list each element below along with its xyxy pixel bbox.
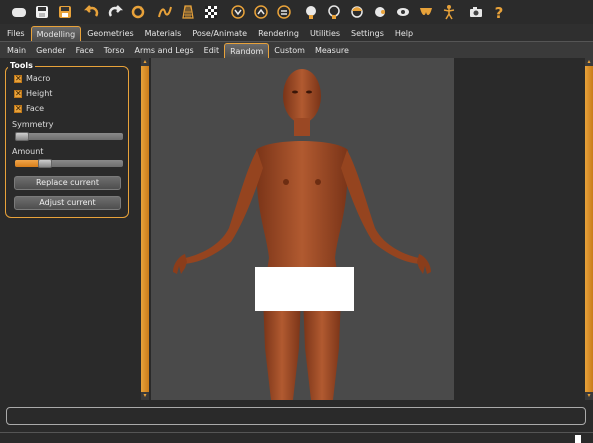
export-icon[interactable] bbox=[54, 2, 76, 22]
adjust-current-button[interactable]: Adjust current bbox=[14, 196, 121, 210]
tab-files[interactable]: Files bbox=[2, 26, 30, 41]
main-toolbar: ? bbox=[0, 0, 593, 24]
window-icon[interactable] bbox=[8, 2, 30, 22]
left-panel: Tools Macro Height Face Symmetry Amount … bbox=[0, 58, 140, 400]
checkbox-checked-icon bbox=[14, 74, 22, 84]
ear-icon[interactable] bbox=[369, 2, 391, 22]
checkbox-checked-icon bbox=[14, 104, 22, 114]
front-view-icon[interactable] bbox=[227, 2, 249, 22]
scroll-up-arrow-icon[interactable]: ▴ bbox=[585, 58, 593, 66]
tools-group: Tools Macro Height Face Symmetry Amount … bbox=[5, 61, 129, 218]
macro-label: Macro bbox=[26, 74, 51, 83]
status-bar bbox=[6, 407, 586, 425]
camera-icon[interactable] bbox=[465, 2, 487, 22]
tab-geometries[interactable]: Geometries bbox=[82, 26, 138, 41]
macro-checkbox[interactable]: Macro bbox=[14, 74, 51, 84]
human-model bbox=[173, 69, 431, 400]
subtab-torso[interactable]: Torso bbox=[99, 43, 130, 58]
checkbox-checked-icon bbox=[14, 89, 22, 99]
scroll-up-arrow-icon[interactable]: ▴ bbox=[141, 58, 149, 66]
skin-head-icon[interactable] bbox=[300, 2, 322, 22]
subtab-edit[interactable]: Edit bbox=[199, 43, 225, 58]
tab-help[interactable]: Help bbox=[390, 26, 418, 41]
tab-materials[interactable]: Materials bbox=[140, 26, 187, 41]
replace-current-button[interactable]: Replace current bbox=[14, 176, 121, 190]
face-label: Face bbox=[26, 104, 45, 113]
height-label: Height bbox=[26, 89, 53, 98]
reset-icon[interactable] bbox=[127, 2, 149, 22]
scroll-down-arrow-icon[interactable]: ▾ bbox=[585, 392, 593, 400]
scroll-down-arrow-icon[interactable]: ▾ bbox=[141, 392, 149, 400]
3d-viewport[interactable] bbox=[151, 58, 454, 400]
side-view-icon[interactable] bbox=[273, 2, 295, 22]
tab-pose-animate[interactable]: Pose/Animate bbox=[187, 26, 252, 41]
resize-grip-icon[interactable] bbox=[575, 435, 581, 443]
right-vertical-scrollbar[interactable]: ▴ ▾ bbox=[585, 58, 593, 400]
eye-icon[interactable] bbox=[392, 2, 414, 22]
checkerboard-icon[interactable] bbox=[200, 2, 222, 22]
tab-settings[interactable]: Settings bbox=[346, 26, 389, 41]
amount-slider-handle[interactable] bbox=[38, 159, 52, 168]
height-checkbox[interactable]: Height bbox=[14, 89, 53, 99]
subtab-gender[interactable]: Gender bbox=[31, 43, 70, 58]
redo-icon[interactable] bbox=[104, 2, 126, 22]
censor-block bbox=[255, 267, 354, 311]
subtab-face[interactable]: Face bbox=[71, 43, 99, 58]
tab-modelling[interactable]: Modelling bbox=[30, 26, 82, 41]
left-vertical-scrollbar[interactable]: ▴ ▾ bbox=[141, 58, 149, 400]
tab-utilities[interactable]: Utilities bbox=[305, 26, 345, 41]
tab-rendering[interactable]: Rendering bbox=[253, 26, 304, 41]
back-view-icon[interactable] bbox=[250, 2, 272, 22]
body-pose-icon[interactable] bbox=[415, 2, 437, 22]
face-checkbox[interactable]: Face bbox=[14, 104, 45, 114]
subtab-arms-and-legs[interactable]: Arms and Legs bbox=[129, 43, 198, 58]
amount-slider[interactable] bbox=[15, 159, 123, 168]
neck-icon[interactable] bbox=[323, 2, 345, 22]
symmetry-slider-handle[interactable] bbox=[15, 132, 29, 141]
wireframe-icon[interactable] bbox=[154, 2, 176, 22]
symmetry-slider[interactable] bbox=[15, 132, 123, 141]
symmetry-label: Symmetry bbox=[12, 120, 54, 129]
bottom-bar bbox=[0, 432, 593, 443]
save-icon[interactable] bbox=[31, 2, 53, 22]
svg-text:?: ? bbox=[495, 4, 504, 20]
grid-icon[interactable] bbox=[177, 2, 199, 22]
subtab-measure[interactable]: Measure bbox=[310, 43, 354, 58]
help-icon[interactable]: ? bbox=[488, 2, 510, 22]
subtab-custom[interactable]: Custom bbox=[269, 43, 310, 58]
subtab-random[interactable]: Random bbox=[224, 43, 270, 58]
main-menu-tabs: Files Modelling Geometries Materials Pos… bbox=[0, 24, 593, 41]
right-panel bbox=[454, 58, 584, 400]
amount-label: Amount bbox=[12, 147, 44, 156]
hair-icon[interactable] bbox=[346, 2, 368, 22]
modelling-sub-tabs: Main Gender Face Torso Arms and Legs Edi… bbox=[0, 41, 593, 58]
undo-icon[interactable] bbox=[81, 2, 103, 22]
subtab-main[interactable]: Main bbox=[2, 43, 31, 58]
skeleton-icon[interactable] bbox=[438, 2, 460, 22]
tools-title: Tools bbox=[8, 61, 35, 70]
